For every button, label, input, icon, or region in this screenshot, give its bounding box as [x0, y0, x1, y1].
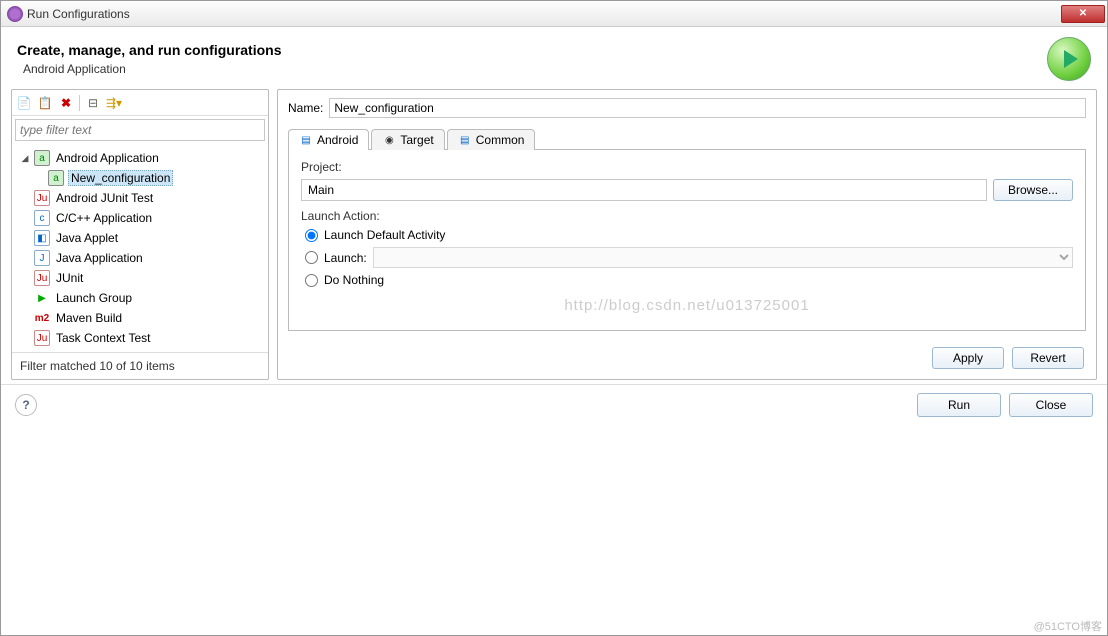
tree-item-label: Java Application [54, 251, 145, 265]
dialog-heading: Create, manage, and run configurations [17, 42, 1047, 58]
tree-item-new-configuration[interactable]: a New_configuration [14, 168, 266, 188]
activity-select[interactable] [373, 247, 1073, 268]
tree-item-maven[interactable]: m2 Maven Build [14, 308, 266, 328]
android-app-icon: a [34, 150, 50, 166]
dialog-subtitle: Android Application [17, 62, 1047, 76]
c-cpp-icon: c [34, 210, 50, 226]
spacer [20, 233, 30, 243]
duplicate-config-icon[interactable]: 📋 [37, 95, 53, 111]
radio-label: Launch: [324, 251, 367, 265]
filter-status: Filter matched 10 of 10 items [12, 352, 268, 379]
tree-item-label: Java Applet [54, 231, 120, 245]
tree-item-java-application[interactable]: J Java Application [14, 248, 266, 268]
android-tab-icon: ▤ [299, 133, 313, 147]
config-detail-panel: Name: ▤ Android ◉ Target ▤ Common Projec… [277, 89, 1097, 380]
radio-launch-activity[interactable]: Launch: [305, 247, 1073, 268]
browse-button[interactable]: Browse... [993, 179, 1073, 201]
titlebar: Run Configurations ✕ [1, 1, 1107, 27]
tabs: ▤ Android ◉ Target ▤ Common [288, 128, 1086, 150]
tab-target[interactable]: ◉ Target [371, 129, 444, 150]
radio-input[interactable] [305, 251, 318, 264]
radio-label: Launch Default Activity [324, 228, 445, 242]
run-icon [1047, 37, 1091, 81]
junit-icon: Ju [34, 190, 50, 206]
window-title: Run Configurations [27, 7, 1061, 21]
launch-group-icon: ▶ [34, 290, 50, 306]
tree-toolbar: 📄 📋 ✖ ⊟ ⇶▾ [12, 90, 268, 116]
apply-button[interactable]: Apply [932, 347, 1004, 369]
tree-item-label: Task Context Test [54, 331, 153, 345]
radio-input[interactable] [305, 229, 318, 242]
spacer [20, 213, 30, 223]
tree-item-label: Maven Build [54, 311, 124, 325]
tab-panel-android: Project: Browse... Launch Action: Launch… [288, 150, 1086, 331]
android-app-icon: a [48, 170, 64, 186]
run-button[interactable]: Run [917, 393, 1001, 417]
tree-item-c-cpp[interactable]: c C/C++ Application [14, 208, 266, 228]
junit-icon: Ju [34, 270, 50, 286]
java-app-icon: J [34, 250, 50, 266]
tree-item-label: Android Application [54, 151, 161, 165]
project-input[interactable] [301, 179, 987, 201]
filter-icon[interactable]: ⇶▾ [106, 95, 122, 111]
target-tab-icon: ◉ [382, 133, 396, 147]
junit-icon: Ju [34, 330, 50, 346]
maven-icon: m2 [34, 310, 50, 326]
radio-label: Do Nothing [324, 273, 384, 287]
watermark-text: http://blog.csdn.net/u013725001 [301, 297, 1073, 314]
tab-label: Common [476, 133, 525, 147]
delete-config-icon[interactable]: ✖ [58, 95, 74, 111]
radio-do-nothing[interactable]: Do Nothing [305, 273, 1073, 287]
tree-item-task-context[interactable]: Ju Task Context Test [14, 328, 266, 348]
expand-toggle-icon[interactable]: ◢ [20, 153, 30, 163]
tree-item-android-junit[interactable]: Ju Android JUnit Test [14, 188, 266, 208]
tab-label: Target [400, 133, 433, 147]
spacer [20, 333, 30, 343]
tree-item-junit[interactable]: Ju JUnit [14, 268, 266, 288]
project-label: Project: [301, 160, 1073, 174]
collapse-all-icon[interactable]: ⊟ [85, 95, 101, 111]
tab-label: Android [317, 133, 358, 147]
revert-button[interactable]: Revert [1012, 347, 1084, 369]
spacer [20, 293, 30, 303]
tree-item-label: Android JUnit Test [54, 191, 155, 205]
dialog-header: Create, manage, and run configurations A… [1, 27, 1107, 89]
attribution-text: @51CTO博客 [1034, 618, 1102, 634]
radio-launch-default[interactable]: Launch Default Activity [305, 228, 1073, 242]
spacer [20, 313, 30, 323]
filter-input[interactable] [15, 119, 265, 141]
config-tree[interactable]: ◢ a Android Application a New_configurat… [12, 144, 268, 352]
tab-android[interactable]: ▤ Android [288, 129, 369, 150]
common-tab-icon: ▤ [458, 133, 472, 147]
java-applet-icon: ◧ [34, 230, 50, 246]
name-input[interactable] [329, 98, 1086, 118]
toolbar-separator [79, 95, 80, 111]
name-label: Name: [288, 101, 323, 115]
tree-item-label: JUnit [54, 271, 85, 285]
dialog-footer: ? Run Close [1, 384, 1107, 427]
radio-input[interactable] [305, 274, 318, 287]
tree-item-android-app[interactable]: ◢ a Android Application [14, 148, 266, 168]
new-config-icon[interactable]: 📄 [16, 95, 32, 111]
tree-item-label: Launch Group [54, 291, 134, 305]
tree-item-label: New_configuration [68, 170, 173, 186]
tree-item-label: C/C++ Application [54, 211, 154, 225]
tree-item-launch-group[interactable]: ▶ Launch Group [14, 288, 266, 308]
tree-item-java-applet[interactable]: ◧ Java Applet [14, 228, 266, 248]
eclipse-icon [7, 6, 23, 22]
spacer [20, 273, 30, 283]
tab-common[interactable]: ▤ Common [447, 129, 536, 150]
spacer [20, 193, 30, 203]
spacer [20, 253, 30, 263]
close-dialog-button[interactable]: Close [1009, 393, 1093, 417]
config-tree-panel: 📄 📋 ✖ ⊟ ⇶▾ ◢ a Android Application a New… [11, 89, 269, 380]
help-button[interactable]: ? [15, 394, 37, 416]
launch-action-label: Launch Action: [301, 209, 1073, 223]
close-button[interactable]: ✕ [1061, 5, 1105, 23]
